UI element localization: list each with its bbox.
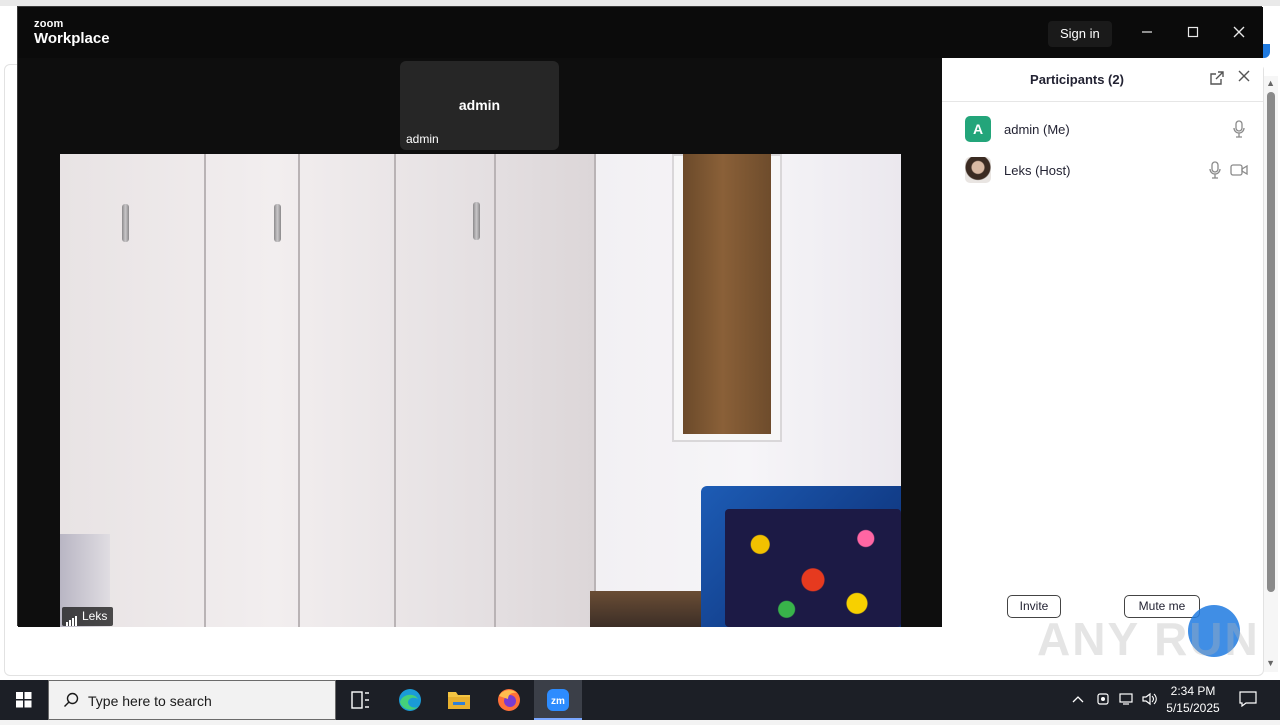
close-icon[interactable] (1227, 21, 1251, 45)
search-icon (64, 692, 79, 707)
search-placeholder: Type here to search (88, 693, 212, 709)
participant-row[interactable]: Leks (Host) (942, 150, 1263, 191)
network-icon[interactable] (1119, 692, 1135, 709)
logo-zoom-text: zoom (34, 18, 64, 30)
clock-time: 2:34 PM (1170, 684, 1216, 698)
edge-browser-icon[interactable] (386, 680, 434, 720)
participant-name: Leks (Host) (1004, 163, 1071, 178)
participant-row[interactable]: A admin (Me) (942, 109, 1263, 150)
taskbar-clock[interactable]: 2:34 PM 5/15/2025 (1162, 683, 1224, 717)
windows-start-icon[interactable] (0, 680, 48, 720)
participant-thumbnail[interactable]: admin admin (400, 61, 559, 150)
pop-out-icon[interactable] (1210, 71, 1224, 88)
microphone-icon[interactable] (1208, 161, 1222, 179)
task-view-icon[interactable] (336, 680, 384, 720)
clock-date: 5/15/2025 (1166, 701, 1220, 715)
device-icon[interactable] (1096, 692, 1110, 709)
video-mirror (683, 154, 771, 434)
zoom-taskbar-icon[interactable]: zm (534, 680, 582, 720)
maximize-icon[interactable] (1181, 21, 1205, 45)
avatar (965, 157, 991, 183)
thumbnail-name: admin (458, 97, 501, 113)
microphone-icon[interactable] (1232, 120, 1246, 138)
main-video-name-label: Leks (62, 607, 114, 627)
participant-name: admin (Me) (1004, 122, 1070, 137)
close-panel-icon[interactable] (1238, 69, 1250, 87)
main-video-feed[interactable]: Leks (60, 154, 901, 627)
sign-in-button[interactable]: Sign in (1048, 21, 1112, 47)
video-bag-pattern (725, 509, 901, 627)
participants-header: Participants (2) (942, 58, 1263, 102)
scroll-down-icon[interactable]: ▼ (1266, 658, 1275, 668)
participants-panel: Participants (2) A admin (Me) Leks (Host… (942, 58, 1263, 627)
notifications-icon[interactable] (1239, 691, 1257, 710)
show-hidden-icons-icon[interactable] (1071, 692, 1085, 709)
file-explorer-icon[interactable] (435, 680, 483, 720)
participants-title: Participants (2) (1030, 72, 1124, 87)
zoom-workplace-logo: zoom Workplace (34, 18, 110, 48)
windows-taskbar: Type here to search zm 2:34 PM 5/15/2025 (0, 680, 1280, 720)
svg-text:zm: zm (551, 696, 565, 707)
logo-workplace-text: Workplace (34, 30, 110, 47)
taskbar-search-box[interactable]: Type here to search (48, 680, 336, 720)
browser-scrollbar-thumb[interactable] (1267, 92, 1275, 592)
thumbnail-label: admin (406, 132, 439, 146)
minimize-icon[interactable] (1135, 21, 1159, 45)
scroll-up-icon[interactable]: ▲ (1266, 78, 1275, 88)
title-bar: zoom Workplace Sign in (18, 7, 1263, 58)
signal-strength-icon (66, 607, 78, 627)
main-video-name: Leks (82, 609, 108, 623)
video-stage: admin admin Leks (18, 58, 942, 627)
zoom-meeting-window: zoom Workplace Sign in admin admin Leks … (17, 6, 1263, 627)
volume-icon[interactable] (1142, 692, 1158, 709)
avatar: A (965, 116, 991, 142)
firefox-icon[interactable] (485, 680, 533, 720)
video-wardrobe (60, 154, 596, 627)
video-camera-icon[interactable] (1230, 163, 1248, 177)
anyrun-watermark: ANY RUN (1037, 613, 1260, 665)
